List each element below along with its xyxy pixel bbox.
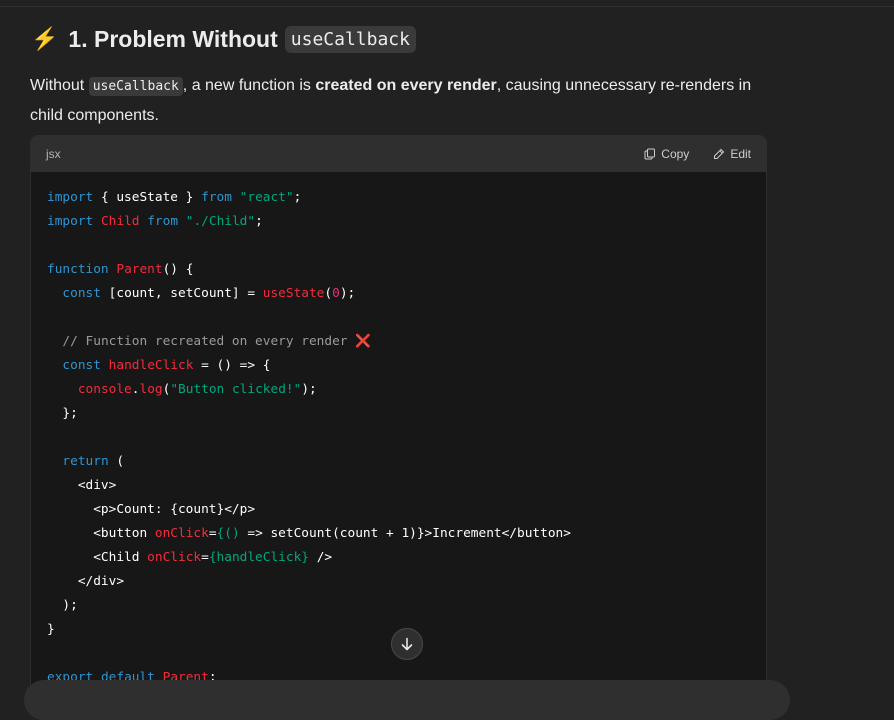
code-token: "./Child" bbox=[185, 214, 256, 229]
code-token: ); bbox=[339, 286, 356, 301]
code-token: <p>Count: {count}</p> bbox=[47, 502, 256, 517]
para-text-2: , a new function is bbox=[182, 77, 311, 94]
code-token: <button bbox=[47, 526, 155, 541]
code-line: const handleClick = () => { bbox=[47, 354, 750, 378]
edit-label: Edit bbox=[730, 147, 751, 161]
code-line: <div> bbox=[47, 474, 750, 498]
code-line: </div> bbox=[47, 570, 750, 594]
code-token: ( bbox=[324, 286, 333, 301]
code-token: {handleClick} bbox=[208, 550, 309, 565]
code-line: console.log("Button clicked!"); bbox=[47, 378, 750, 402]
code-token: useState bbox=[262, 286, 325, 301]
code-line: import { useState } from "react"; bbox=[47, 186, 750, 210]
heading-inline-code: useCallback bbox=[284, 25, 416, 53]
code-block: jsx Copy Edit import { useState } from "… bbox=[30, 135, 767, 700]
arrow-down-icon bbox=[401, 637, 413, 651]
edit-button[interactable]: Edit bbox=[713, 147, 751, 161]
code-token: Child bbox=[100, 214, 140, 229]
heading-text: 1. Problem Without bbox=[68, 25, 278, 52]
code-line: import Child from "./Child"; bbox=[47, 210, 750, 234]
code-token: from bbox=[147, 214, 179, 229]
code-line: function Parent() { bbox=[47, 258, 750, 282]
scroll-down-button[interactable] bbox=[391, 628, 423, 660]
code-token: [count, setCount] = bbox=[100, 286, 263, 301]
copy-icon bbox=[644, 148, 656, 160]
code-token: return bbox=[62, 454, 109, 469]
code-token: {() bbox=[216, 526, 248, 541]
description-paragraph: Without useCallback, a new function is c… bbox=[30, 71, 760, 130]
message-composer[interactable] bbox=[24, 680, 790, 720]
code-token: log bbox=[139, 382, 163, 397]
top-divider bbox=[0, 6, 894, 7]
code-token: "react" bbox=[239, 190, 294, 205]
lightning-icon: ⚡ bbox=[31, 26, 59, 51]
section-heading: ⚡ 1. Problem Without useCallback bbox=[31, 22, 416, 56]
code-token: import bbox=[47, 190, 94, 205]
code-line: // Function recreated on every render ❌ bbox=[47, 330, 750, 354]
para-bold-text: created on every render bbox=[315, 77, 497, 94]
code-token: => setCount(count + 1)}>Increment</butto… bbox=[247, 526, 571, 541]
code-token: = () => { bbox=[193, 358, 271, 373]
code-token: // Function recreated on every render bbox=[62, 334, 356, 349]
copy-label: Copy bbox=[661, 147, 690, 161]
code-token: ❌ bbox=[355, 334, 372, 349]
code-token: handleClick bbox=[108, 358, 194, 373]
code-token: } bbox=[47, 622, 55, 637]
code-token: () { bbox=[162, 262, 194, 277]
code-token: ; bbox=[255, 214, 263, 229]
code-line: const [count, setCount] = useState(0); bbox=[47, 282, 750, 306]
code-token: Parent bbox=[116, 262, 163, 277]
code-token: <Child bbox=[47, 550, 148, 565]
code-token: onClick bbox=[147, 550, 202, 565]
code-line: <Child onClick={handleClick} /> bbox=[47, 546, 750, 570]
code-token: = bbox=[208, 526, 217, 541]
code-token: from bbox=[201, 190, 232, 205]
code-token: "Button clicked!" bbox=[170, 382, 302, 397]
code-token: }; bbox=[47, 406, 78, 421]
code-line: <button onClick={() => setCount(count + … bbox=[47, 522, 750, 546]
code-token: ( bbox=[108, 454, 125, 469]
para-inline-code: useCallback bbox=[88, 77, 183, 96]
para-text-1: Without bbox=[30, 77, 85, 94]
code-token: function bbox=[47, 262, 109, 277]
code-token: console bbox=[77, 382, 132, 397]
code-token: ); bbox=[301, 382, 317, 397]
code-token: const bbox=[62, 286, 101, 301]
code-token: onClick bbox=[154, 526, 209, 541]
code-line: }; bbox=[47, 402, 750, 426]
code-line: <p>Count: {count}</p> bbox=[47, 498, 750, 522]
code-line: ); bbox=[47, 594, 750, 618]
code-token: ; bbox=[293, 190, 302, 205]
copy-button[interactable]: Copy bbox=[644, 147, 689, 161]
code-language-label: jsx bbox=[46, 147, 61, 161]
code-line: return ( bbox=[47, 450, 750, 474]
code-token: const bbox=[62, 358, 101, 373]
code-token: /> bbox=[309, 550, 333, 565]
code-block-header: jsx Copy Edit bbox=[31, 136, 766, 172]
code-token: </div> bbox=[47, 574, 125, 589]
code-token: 0 bbox=[332, 286, 340, 301]
pencil-icon bbox=[714, 148, 725, 159]
code-token: <div> bbox=[47, 478, 117, 493]
code-token: = bbox=[201, 550, 209, 565]
code-token: ); bbox=[47, 598, 78, 613]
code-token: import bbox=[47, 214, 94, 229]
code-token: { useState } bbox=[93, 190, 202, 205]
code-content: import { useState } from "react"; import … bbox=[31, 172, 766, 690]
